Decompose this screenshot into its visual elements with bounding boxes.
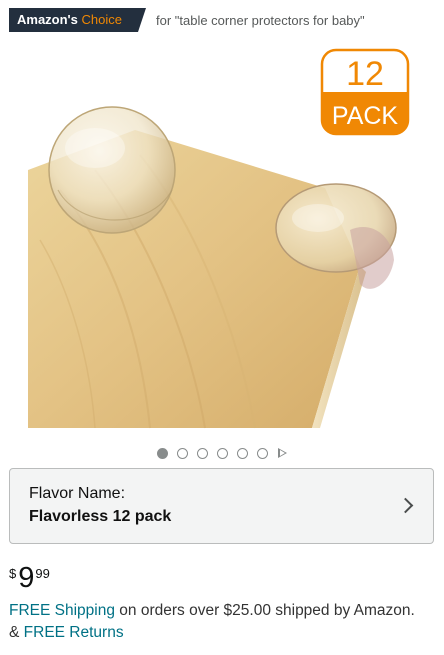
free-returns-link[interactable]: FREE Returns (24, 624, 124, 641)
image-carousel-indicators (0, 446, 444, 460)
price-fraction: 99 (35, 566, 50, 581)
badge-keyword-text: for "table corner protectors for baby" (155, 12, 365, 28)
free-shipping-link[interactable]: FREE Shipping (9, 602, 115, 619)
product-price: $ 9 99 (9, 562, 50, 596)
badge-choice-text: Choice (81, 12, 122, 27)
video-play-icon[interactable] (278, 448, 287, 458)
price-whole: 9 (18, 562, 35, 594)
flavor-variation-selector[interactable]: Flavor Name: Flavorless 12 pack (9, 468, 434, 544)
carousel-dot-6[interactable] (257, 447, 268, 459)
shipping-info: FREE Shipping on orders over $25.00 ship… (9, 600, 429, 644)
variation-label: Flavor Name: (29, 485, 126, 502)
carousel-dot-2[interactable] (177, 447, 188, 459)
product-image[interactable]: 12 PACK (0, 40, 444, 436)
variation-value: Flavorless 12 pack (29, 508, 172, 525)
carousel-dot-5[interactable] (237, 447, 248, 459)
pack-number-text: 12 (346, 55, 384, 93)
product-photo: 12 PACK (28, 48, 410, 429)
badge-amazon-text: Amazon's (17, 12, 78, 27)
carousel-dot-4[interactable] (217, 447, 228, 459)
price-currency-symbol: $ (9, 566, 17, 581)
carousel-dot-3[interactable] (197, 447, 208, 459)
pack-word-text: PACK (332, 102, 399, 130)
carousel-dot-1[interactable] (157, 447, 168, 459)
amazons-choice-row: Amazon's Choice for "table corner protec… (9, 8, 365, 32)
amazons-choice-badge[interactable]: Amazon's Choice (9, 8, 146, 32)
